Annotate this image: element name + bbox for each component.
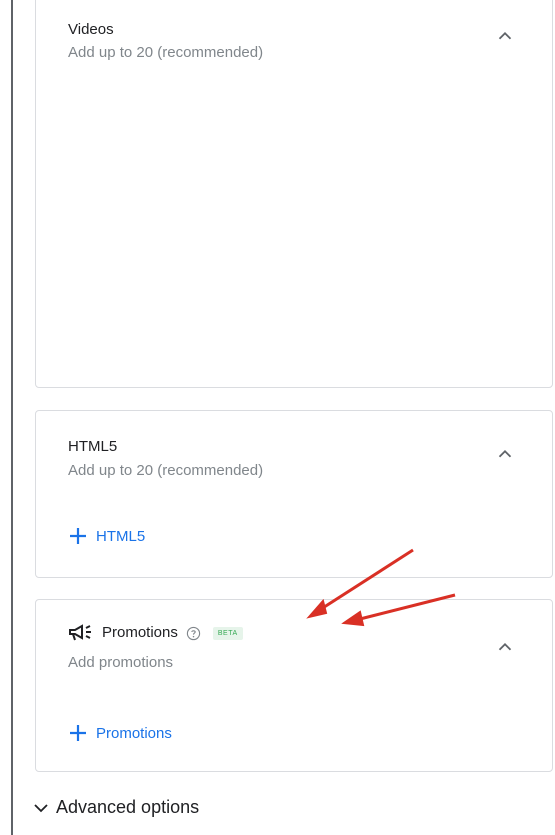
html5-title: HTML5 [68, 437, 117, 457]
advanced-options-label: Advanced options [56, 797, 200, 817]
megaphone-icon [69, 624, 91, 641]
videos-title-text: Videos [68, 21, 114, 38]
plus-icon [70, 725, 86, 741]
advanced-options-toggle[interactable]: Advanced options [32, 797, 199, 818]
add-promotions-button[interactable]: Promotions [68, 723, 172, 743]
chevron-up-icon[interactable] [494, 636, 516, 658]
html5-panel: HTML5 Add up to 20 (recommended) HTML5 [35, 410, 553, 578]
html5-subtitle: Add up to 20 (recommended) [68, 462, 264, 479]
chevron-down-icon [34, 803, 48, 812]
promotions-panel: Promotions BETA Add promotions Promotion… [35, 599, 553, 772]
promotions-title-text: Promotions [102, 624, 178, 641]
videos-title: Videos [68, 20, 114, 40]
html5-title-text: HTML5 [68, 438, 118, 455]
chevron-up-icon[interactable] [494, 443, 516, 465]
videos-subtitle: Add up to 20 (recommended) [68, 44, 264, 61]
add-html5-button[interactable]: HTML5 [68, 526, 145, 546]
promotions-title: Promotions BETA [68, 623, 243, 643]
help-circle-icon[interactable] [186, 626, 201, 641]
promotions-subtitle: Add promotions [68, 654, 174, 671]
beta-badge: BETA [212, 626, 243, 640]
left-divider [11, 0, 13, 835]
add-promotions-label: Promotions [96, 724, 172, 742]
page: Videos Add up to 20 (recommended) HTML5 … [0, 0, 555, 835]
videos-panel: Videos Add up to 20 (recommended) [35, 0, 553, 388]
chevron-up-icon[interactable] [494, 25, 516, 47]
add-html5-label: HTML5 [96, 527, 146, 545]
plus-icon [70, 528, 86, 544]
